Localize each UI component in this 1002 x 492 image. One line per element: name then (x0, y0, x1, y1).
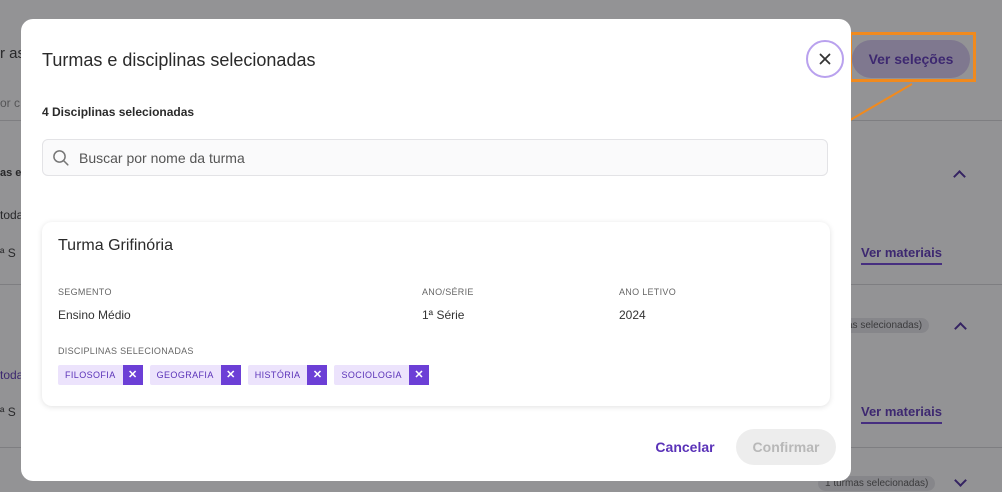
remove-discipline-close-icon[interactable]: ✕ (307, 365, 328, 385)
remove-discipline-close-icon[interactable]: ✕ (220, 365, 241, 385)
close-button[interactable] (806, 40, 844, 78)
discipline-tags: FILOSOFIA ✕ GEOGRAFIA ✕ HISTÓRIA ✕ SOCIO… (58, 365, 429, 385)
school-year-value: 2024 (619, 308, 646, 322)
selected-classes-modal: Turmas e disciplinas selecionadas 4 Disc… (21, 19, 851, 481)
modal-title: Turmas e disciplinas selecionadas (42, 50, 316, 70)
search-input[interactable] (79, 140, 819, 175)
segment-value: Ensino Médio (58, 308, 131, 322)
remove-discipline-close-icon[interactable]: ✕ (408, 365, 429, 385)
confirm-button[interactable]: Confirmar (736, 429, 836, 465)
class-card: Turma Grifinória SEGMENTO Ensino Médio A… (42, 222, 830, 406)
disciplines-label: DISCIPLINAS SELECIONADAS (58, 346, 194, 356)
discipline-tag: GEOGRAFIA ✕ (149, 365, 241, 385)
search-field[interactable] (42, 139, 828, 176)
discipline-tag-label: HISTÓRIA (254, 370, 301, 380)
discipline-tag-label: FILOSOFIA (65, 370, 116, 380)
cancel-button[interactable]: Cancelar (648, 431, 722, 463)
remove-discipline-close-icon[interactable]: ✕ (122, 365, 143, 385)
grade-label: ANO/SÉRIE (422, 287, 474, 297)
discipline-tag: SOCIOLOGIA ✕ (334, 365, 429, 385)
discipline-tag: HISTÓRIA ✕ (247, 365, 328, 385)
class-name: Turma Grifinória (58, 237, 173, 254)
search-icon (53, 150, 69, 166)
discipline-tag-label: GEOGRAFIA (156, 370, 214, 380)
discipline-tag-label: SOCIOLOGIA (341, 370, 402, 380)
grade-value: 1ª Série (422, 308, 465, 322)
discipline-tag: FILOSOFIA ✕ (58, 365, 143, 385)
close-icon (819, 53, 831, 65)
selected-disciplines-count: 4 Disciplinas selecionadas (42, 105, 195, 119)
school-year-label: ANO LETIVO (619, 287, 677, 297)
segment-label: SEGMENTO (58, 287, 112, 297)
